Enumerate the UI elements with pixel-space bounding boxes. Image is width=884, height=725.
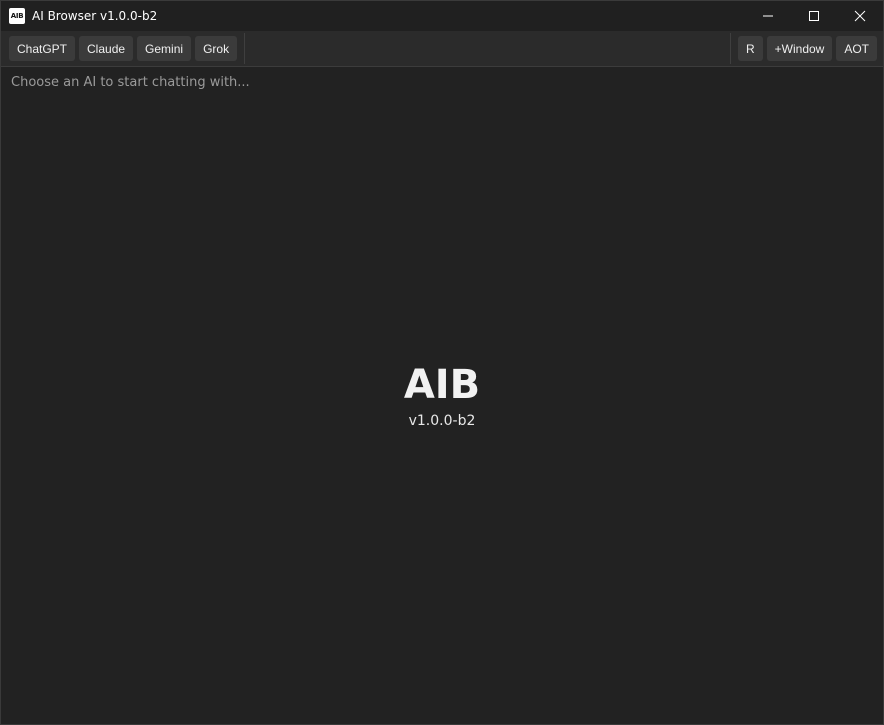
reload-button[interactable]: R bbox=[737, 36, 763, 61]
window-controls bbox=[745, 1, 883, 31]
version-label: v1.0.0-b2 bbox=[408, 413, 476, 429]
content-area: Choose an AI to start chatting with... A… bbox=[1, 67, 883, 724]
minimize-icon bbox=[763, 15, 773, 17]
new-window-button[interactable]: +Window bbox=[766, 36, 833, 61]
app-logo: AIB bbox=[403, 362, 481, 408]
maximize-button[interactable] bbox=[791, 1, 837, 31]
always-on-top-button[interactable]: AOT bbox=[836, 36, 877, 61]
minimize-button[interactable] bbox=[745, 1, 791, 31]
title-bar[interactable]: AIB AI Browser v1.0.0-b2 bbox=[1, 1, 883, 31]
toolbar-divider-right bbox=[730, 33, 731, 64]
chatgpt-button[interactable]: ChatGPT bbox=[9, 36, 76, 61]
toolbar: ChatGPT Claude Gemini Grok R +Window AOT bbox=[1, 31, 883, 67]
toolbar-divider-left bbox=[244, 33, 245, 64]
close-icon bbox=[854, 10, 866, 22]
ai-button-group: ChatGPT Claude Gemini Grok bbox=[9, 36, 238, 61]
app-icon: AIB bbox=[9, 8, 25, 24]
close-button[interactable] bbox=[837, 1, 883, 31]
gemini-button[interactable]: Gemini bbox=[137, 36, 192, 61]
logo-block: AIB v1.0.0-b2 bbox=[1, 363, 883, 429]
claude-button[interactable]: Claude bbox=[79, 36, 134, 61]
empty-state-hint: Choose an AI to start chatting with... bbox=[11, 75, 250, 90]
grok-button[interactable]: Grok bbox=[195, 36, 238, 61]
maximize-icon bbox=[809, 11, 819, 21]
window-actions-group: R +Window AOT bbox=[737, 36, 877, 61]
window-title: AI Browser v1.0.0-b2 bbox=[32, 9, 158, 23]
app-window: AIB AI Browser v1.0.0-b2 ChatGPT Claude … bbox=[0, 0, 884, 725]
